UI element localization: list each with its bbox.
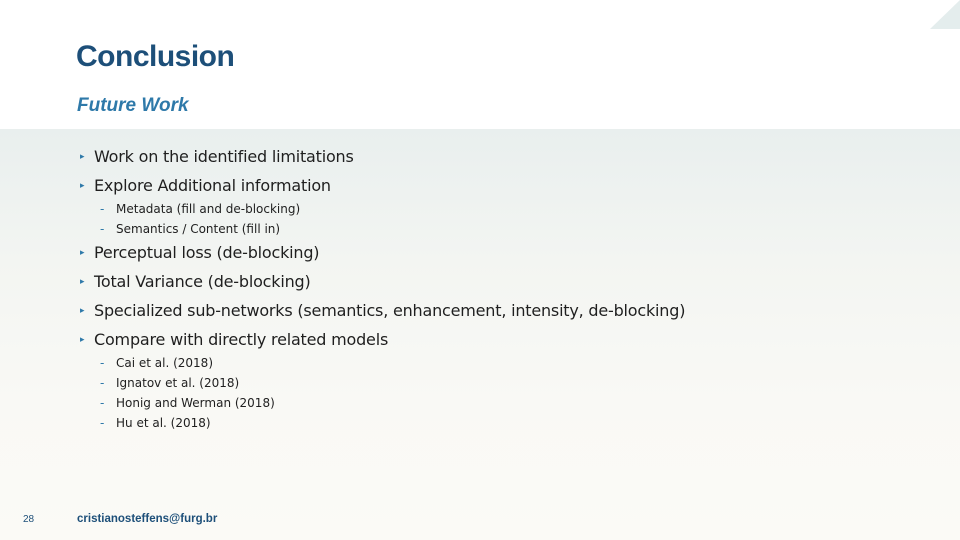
bullet-text: Perceptual loss (de-blocking) (94, 243, 320, 262)
bullet-item: ▸ Specialized sub-networks (semantics, e… (80, 299, 685, 323)
footer-email: cristianosteffens@furg.br (77, 513, 218, 525)
slide-title: Conclusion (76, 40, 235, 73)
bullet-marker-icon: ▸ (80, 152, 85, 162)
sub-bullet-text: Ignatov et al. (2018) (116, 376, 240, 390)
sub-bullet-item: - Hu et al. (2018) (80, 413, 685, 433)
bullet-item: ▸ Explore Additional information (80, 174, 685, 198)
sub-bullet-marker: - (100, 376, 105, 390)
slide: Conclusion Future Work ▸ Work on the ide… (0, 0, 960, 540)
bullet-marker-icon: ▸ (80, 335, 85, 345)
bullet-marker-icon: ▸ (80, 248, 85, 258)
header-corner-shape (930, 0, 960, 29)
bullet-item: ▸ Compare with directly related models (80, 328, 685, 352)
sub-bullet-item: - Cai et al. (2018) (80, 353, 685, 373)
bullet-text: Work on the identified limitations (94, 147, 354, 166)
sub-bullet-item: - Honig and Werman (2018) (80, 393, 685, 413)
bullet-marker-icon: ▸ (80, 306, 85, 316)
sub-bullet-text: Semantics / Content (fill in) (116, 222, 281, 236)
bullet-text: Explore Additional information (94, 176, 331, 195)
sub-bullet-marker: - (100, 356, 105, 370)
sub-bullet-item: - Ignatov et al. (2018) (80, 373, 685, 393)
sub-bullet-item: - Semantics / Content (fill in) (80, 219, 685, 239)
bullet-item: ▸ Perceptual loss (de-blocking) (80, 241, 685, 265)
sub-bullet-list: - Cai et al. (2018) - Ignatov et al. (20… (80, 353, 685, 433)
bullet-item: ▸ Total Variance (de-blocking) (80, 270, 685, 294)
sub-bullet-marker: - (100, 396, 105, 410)
sub-bullet-text: Metadata (fill and de-blocking) (116, 202, 301, 216)
sub-bullet-text: Honig and Werman (2018) (116, 396, 275, 410)
sub-bullet-marker: - (100, 222, 105, 236)
bullet-text: Compare with directly related models (94, 330, 389, 349)
sub-bullet-text: Cai et al. (2018) (116, 356, 214, 370)
sub-bullet-marker: - (100, 202, 105, 216)
bullet-text: Specialized sub-networks (semantics, enh… (94, 301, 686, 320)
bullet-marker-icon: ▸ (80, 181, 85, 191)
sub-bullet-text: Hu et al. (2018) (116, 416, 211, 430)
bullet-list: ▸ Work on the identified limitations ▸ E… (80, 145, 685, 435)
bullet-marker-icon: ▸ (80, 277, 85, 287)
sub-bullet-marker: - (100, 416, 105, 430)
page-number: 28 (23, 514, 35, 525)
bullet-item: ▸ Work on the identified limitations (80, 145, 685, 169)
slide-subtitle: Future Work (77, 95, 189, 116)
sub-bullet-item: - Metadata (fill and de-blocking) (80, 199, 685, 219)
bullet-text: Total Variance (de-blocking) (94, 272, 311, 291)
sub-bullet-list: - Metadata (fill and de-blocking) - Sema… (80, 199, 685, 239)
